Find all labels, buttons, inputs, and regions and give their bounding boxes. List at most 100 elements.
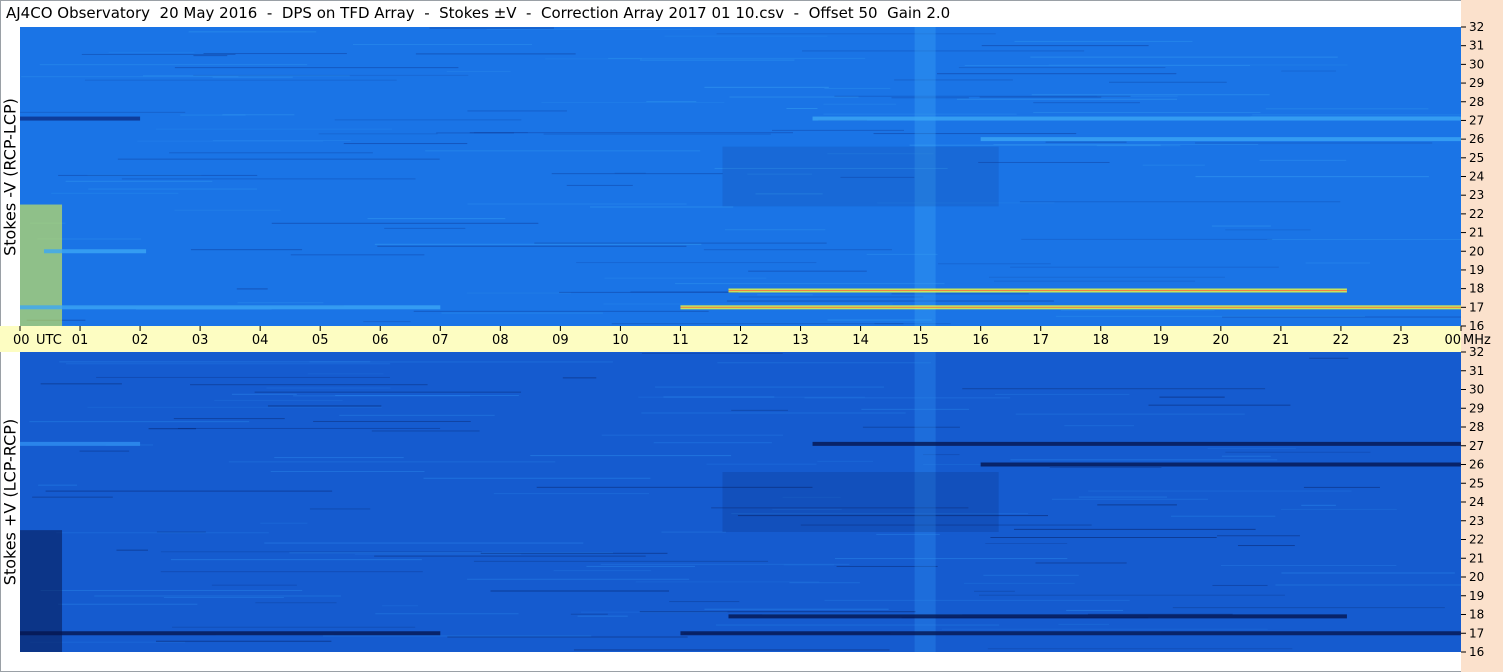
frequency-tick-label: 18 xyxy=(1469,282,1484,296)
noise-streak xyxy=(1096,145,1181,147)
noise-streak xyxy=(543,133,771,135)
noise-streak xyxy=(990,536,1217,538)
noise-streak xyxy=(824,599,1130,601)
noise-streak xyxy=(1148,404,1291,406)
noise-streak xyxy=(566,184,633,186)
noise-streak xyxy=(309,508,371,510)
frequency-tick-label: 17 xyxy=(1469,626,1484,640)
noise-streak xyxy=(32,496,113,498)
noise-streak xyxy=(343,143,468,145)
spectrogram-panel: 3231302928272625242322212019181716 xyxy=(20,345,1484,659)
noise-streak xyxy=(655,386,885,388)
frequency-tick-label: 27 xyxy=(1469,439,1484,453)
noise-streak xyxy=(155,640,332,642)
noise-streak xyxy=(731,409,788,411)
noise-streak xyxy=(962,388,1266,390)
noise-streak xyxy=(108,51,195,53)
time-tick-label: 11 xyxy=(672,333,689,348)
noise-streak xyxy=(559,291,739,293)
noise-streak xyxy=(40,589,303,591)
noise-streak xyxy=(173,418,285,420)
noise-streak xyxy=(155,128,393,130)
frequency-tick-label: 25 xyxy=(1469,476,1484,490)
noise-streak xyxy=(1259,159,1347,161)
noise-streak xyxy=(573,649,890,651)
noise-streak xyxy=(802,50,1085,52)
time-tick-label: 18 xyxy=(1092,333,1109,348)
noise-streak xyxy=(894,79,1013,81)
noise-streak xyxy=(307,373,384,375)
noise-streak xyxy=(447,636,688,638)
noise-streak xyxy=(1281,572,1455,574)
banded-region xyxy=(722,472,999,532)
noise-streak xyxy=(570,613,608,615)
noise-streak xyxy=(490,590,670,592)
noise-streak xyxy=(669,601,740,603)
noise-streak xyxy=(771,129,905,131)
time-tick-label: 04 xyxy=(252,333,269,348)
noise-streak xyxy=(1309,357,1349,359)
noise-streak xyxy=(541,101,725,103)
noise-streak xyxy=(467,110,567,112)
noise-streak xyxy=(384,227,466,229)
noise-streak xyxy=(937,263,1051,265)
noise-streak xyxy=(486,29,693,31)
noise-streak xyxy=(1252,114,1461,116)
noise-streak xyxy=(1051,498,1208,500)
noise-streak xyxy=(1267,238,1461,240)
noise-streak xyxy=(255,602,337,604)
noise-streak xyxy=(817,460,873,462)
noise-streak xyxy=(834,95,1131,97)
noise-streak xyxy=(985,542,1068,544)
frequency-tick-label: 16 xyxy=(1469,319,1484,333)
noise-streak xyxy=(646,101,697,103)
emission-band xyxy=(44,249,147,254)
noise-streak xyxy=(987,648,1293,650)
noise-streak xyxy=(353,43,533,45)
noise-streak xyxy=(981,45,1149,47)
noise-streak xyxy=(834,558,1068,560)
noise-streak xyxy=(211,584,297,586)
noise-streak xyxy=(964,65,1251,67)
frequency-tick-label: 28 xyxy=(1469,95,1484,109)
noise-streak xyxy=(271,222,539,224)
time-axis-band xyxy=(0,326,1461,352)
noise-streak xyxy=(956,98,1178,100)
noise-streak xyxy=(1066,609,1124,611)
frequency-tick-label: 26 xyxy=(1469,458,1484,472)
noise-streak xyxy=(214,399,343,401)
noise-streak xyxy=(704,608,889,610)
noise-streak xyxy=(20,111,186,113)
time-tick-label: 21 xyxy=(1273,333,1290,348)
noise-streak xyxy=(177,427,441,429)
noise-streak xyxy=(580,611,728,613)
noise-streak xyxy=(1221,455,1271,457)
noise-streak xyxy=(717,362,931,364)
noise-streak xyxy=(1055,315,1365,317)
noise-streak xyxy=(94,595,341,597)
noise-streak xyxy=(170,559,422,561)
noise-streak xyxy=(267,405,382,407)
time-tick-label: 13 xyxy=(792,333,809,348)
noise-streak xyxy=(81,53,236,55)
time-tick-label: 07 xyxy=(432,333,449,348)
noise-streak xyxy=(1088,490,1352,492)
noise-streak xyxy=(58,174,258,176)
noise-streak xyxy=(1303,486,1380,488)
noise-streak xyxy=(641,412,906,414)
noise-streak xyxy=(1237,545,1295,547)
noise-streak xyxy=(1035,562,1127,564)
spectrogram-panel: 3231302928272625242322212019181716 xyxy=(20,20,1484,333)
noise-streak xyxy=(664,35,828,37)
noise-streak xyxy=(1010,266,1279,268)
frequency-tick-label: 21 xyxy=(1469,226,1484,240)
noise-streak xyxy=(716,624,1000,626)
time-tick-label: 22 xyxy=(1333,333,1350,348)
noise-streak xyxy=(39,64,308,66)
noise-streak xyxy=(601,434,783,436)
noise-streak xyxy=(1265,108,1429,110)
noise-streak xyxy=(1301,504,1336,506)
noise-streak xyxy=(45,490,333,492)
noise-streak xyxy=(1211,225,1271,227)
noise-streak xyxy=(823,103,897,105)
